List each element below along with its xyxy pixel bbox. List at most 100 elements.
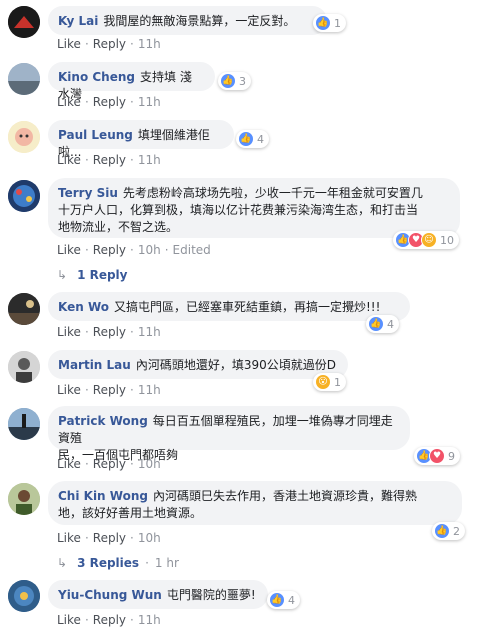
reply-link[interactable]: Reply — [93, 613, 126, 627]
author-name[interactable]: Terry Siu — [58, 186, 118, 200]
comment-bubble: Chi Kin Wong 內河碼頭巳失去作用，香港土地資源珍貴，難得熟 地，該好好… — [48, 481, 462, 525]
avatar-image — [8, 6, 40, 38]
author-name[interactable]: Ky Lai — [58, 14, 98, 28]
timestamp[interactable]: 11h — [138, 153, 161, 167]
reply-arrow-icon: ↳ — [57, 268, 68, 282]
like-link[interactable]: Like — [57, 243, 81, 257]
comment-actions: Like · Reply · 10h — [57, 457, 161, 471]
reaction-summary[interactable]: 👍 4 — [267, 591, 300, 609]
avatar[interactable] — [8, 351, 40, 383]
comment-actions: Like · Reply · 11h — [57, 325, 161, 339]
reply-link[interactable]: Reply — [93, 325, 126, 339]
like-reaction-icon: 👍 — [238, 131, 254, 147]
reply-link[interactable]: Reply — [93, 531, 126, 545]
avatar-image — [8, 121, 40, 153]
comment-bubble: Kino Cheng 支持填 淺水灣 — [48, 62, 215, 101]
comment-actions: Like · Reply · 10h — [57, 531, 161, 545]
comment-text: 內河碼頭巳失去作用，香港土地資源珍貴，難得熟 — [152, 489, 417, 503]
comment-text: 內河碼頭地還好，填390公頃就過份D — [135, 358, 336, 372]
comment-actions: Like · Reply · 11h — [57, 95, 161, 109]
reaction-summary[interactable]: 👍 3 — [218, 72, 251, 90]
like-link[interactable]: Like — [57, 613, 81, 627]
comment-actions: Like · Reply · 11h — [57, 37, 161, 51]
comment-bubble: Ky Lai 我間屋的無敵海景點算，一定反對。 — [48, 6, 327, 35]
reaction-summary[interactable]: 👍 2 — [432, 522, 465, 540]
avatar[interactable] — [8, 180, 40, 212]
like-reaction-icon: 👍 — [315, 15, 331, 31]
reply-time: 1 hr — [154, 556, 179, 570]
comment-actions: Like · Reply · 11h — [57, 613, 161, 627]
comment-bubble: Martin Lau 內河碼頭地還好，填390公頃就過份D — [48, 350, 348, 379]
author-name[interactable]: Chi Kin Wong — [58, 489, 148, 503]
view-replies-link[interactable]: ↳ 1 Reply — [57, 268, 128, 282]
comment-text: 又搞屯門區，已經塞車死結重鎮，再搞一定攪炒!!! — [114, 300, 381, 314]
comment-bubble: Paul Leung 填埋個維港佢啦... — [48, 120, 234, 159]
comment-bubble: Terry Siu 先考虑粉岭高球场先啦，少收一千元一年租金就可安置几 十万户人口… — [48, 178, 460, 238]
reply-link[interactable]: Reply — [93, 95, 126, 109]
avatar[interactable] — [8, 293, 40, 325]
comment-actions: Like · Reply · 10h · Edited — [57, 243, 211, 257]
avatar[interactable] — [8, 6, 40, 38]
love-reaction-icon: ♥ — [429, 448, 445, 464]
reaction-summary[interactable]: 👍 4 — [236, 130, 269, 148]
timestamp[interactable]: 10h — [138, 531, 161, 545]
timestamp[interactable]: 11h — [138, 37, 161, 51]
author-name[interactable]: Ken Wo — [58, 300, 109, 314]
author-name[interactable]: Martin Lau — [58, 358, 131, 372]
author-name[interactable]: Yiu-Chung Wun — [58, 588, 162, 602]
reaction-summary[interactable]: 👍 4 — [366, 315, 399, 333]
avatar-image — [8, 293, 40, 325]
wow-reaction-icon: 😮 — [315, 374, 331, 390]
like-link[interactable]: Like — [57, 37, 81, 51]
reply-link[interactable]: Reply — [93, 243, 126, 257]
reaction-summary[interactable]: 😮 1 — [313, 373, 346, 391]
timestamp[interactable]: 10h — [138, 243, 161, 257]
haha-reaction-icon: ☺ — [421, 232, 437, 248]
timestamp[interactable]: 11h — [138, 383, 161, 397]
timestamp[interactable]: 11h — [138, 95, 161, 109]
view-replies-link[interactable]: ↳ 3 Replies · 1 hr — [57, 556, 179, 570]
timestamp[interactable]: 10h — [138, 457, 161, 471]
comment-text: 先考虑粉岭高球场先啦，少收一千元一年租金就可安置几 — [122, 186, 423, 200]
like-link[interactable]: Like — [57, 95, 81, 109]
reply-link[interactable]: Reply — [93, 37, 126, 51]
like-reaction-icon: 👍 — [434, 523, 450, 539]
edited-label[interactable]: Edited — [173, 243, 211, 257]
like-link[interactable]: Like — [57, 383, 81, 397]
avatar[interactable] — [8, 121, 40, 153]
like-link[interactable]: Like — [57, 531, 81, 545]
like-link[interactable]: Like — [57, 457, 81, 471]
reaction-summary[interactable]: 👍 ♥ 9 — [414, 447, 460, 465]
like-link[interactable]: Like — [57, 325, 81, 339]
avatar[interactable] — [8, 580, 40, 612]
like-reaction-icon: 👍 — [220, 73, 236, 89]
reply-link[interactable]: Reply — [93, 153, 126, 167]
reaction-summary[interactable]: 👍 1 — [313, 14, 346, 32]
avatar[interactable] — [8, 63, 40, 95]
comment-bubble: Yiu-Chung Wun 屯門醫院的噩夢! — [48, 580, 268, 609]
like-reaction-icon: 👍 — [269, 592, 285, 608]
comment-bubble: Ken Wo 又搞屯門區，已經塞車死結重鎮，再搞一定攪炒!!! — [48, 292, 410, 321]
reaction-summary[interactable]: 👍 ♥ ☺ 10 — [393, 231, 459, 249]
avatar-image — [8, 580, 40, 612]
reply-arrow-icon: ↳ — [57, 556, 68, 570]
avatar-image — [8, 408, 40, 440]
comment-text: 屯門醫院的噩夢! — [166, 588, 256, 602]
avatar[interactable] — [8, 483, 40, 515]
like-link[interactable]: Like — [57, 153, 81, 167]
avatar-image — [8, 63, 40, 95]
avatar-image — [8, 483, 40, 515]
timestamp[interactable]: 11h — [138, 325, 161, 339]
comment-actions: Like · Reply · 11h — [57, 383, 161, 397]
like-reaction-icon: 👍 — [368, 316, 384, 332]
reply-link[interactable]: Reply — [93, 383, 126, 397]
author-name[interactable]: Kino Cheng — [58, 70, 135, 84]
comment-actions: Like · Reply · 11h — [57, 153, 161, 167]
avatar-image — [8, 351, 40, 383]
comment-bubble: Patrick Wong 每日百五個單程殖民，加埋一堆偽專才同埋走資殖 民，一百個… — [48, 406, 410, 462]
author-name[interactable]: Paul Leung — [58, 128, 133, 142]
author-name[interactable]: Patrick Wong — [58, 414, 148, 428]
timestamp[interactable]: 11h — [138, 613, 161, 627]
reply-link[interactable]: Reply — [93, 457, 126, 471]
avatar[interactable] — [8, 408, 40, 440]
